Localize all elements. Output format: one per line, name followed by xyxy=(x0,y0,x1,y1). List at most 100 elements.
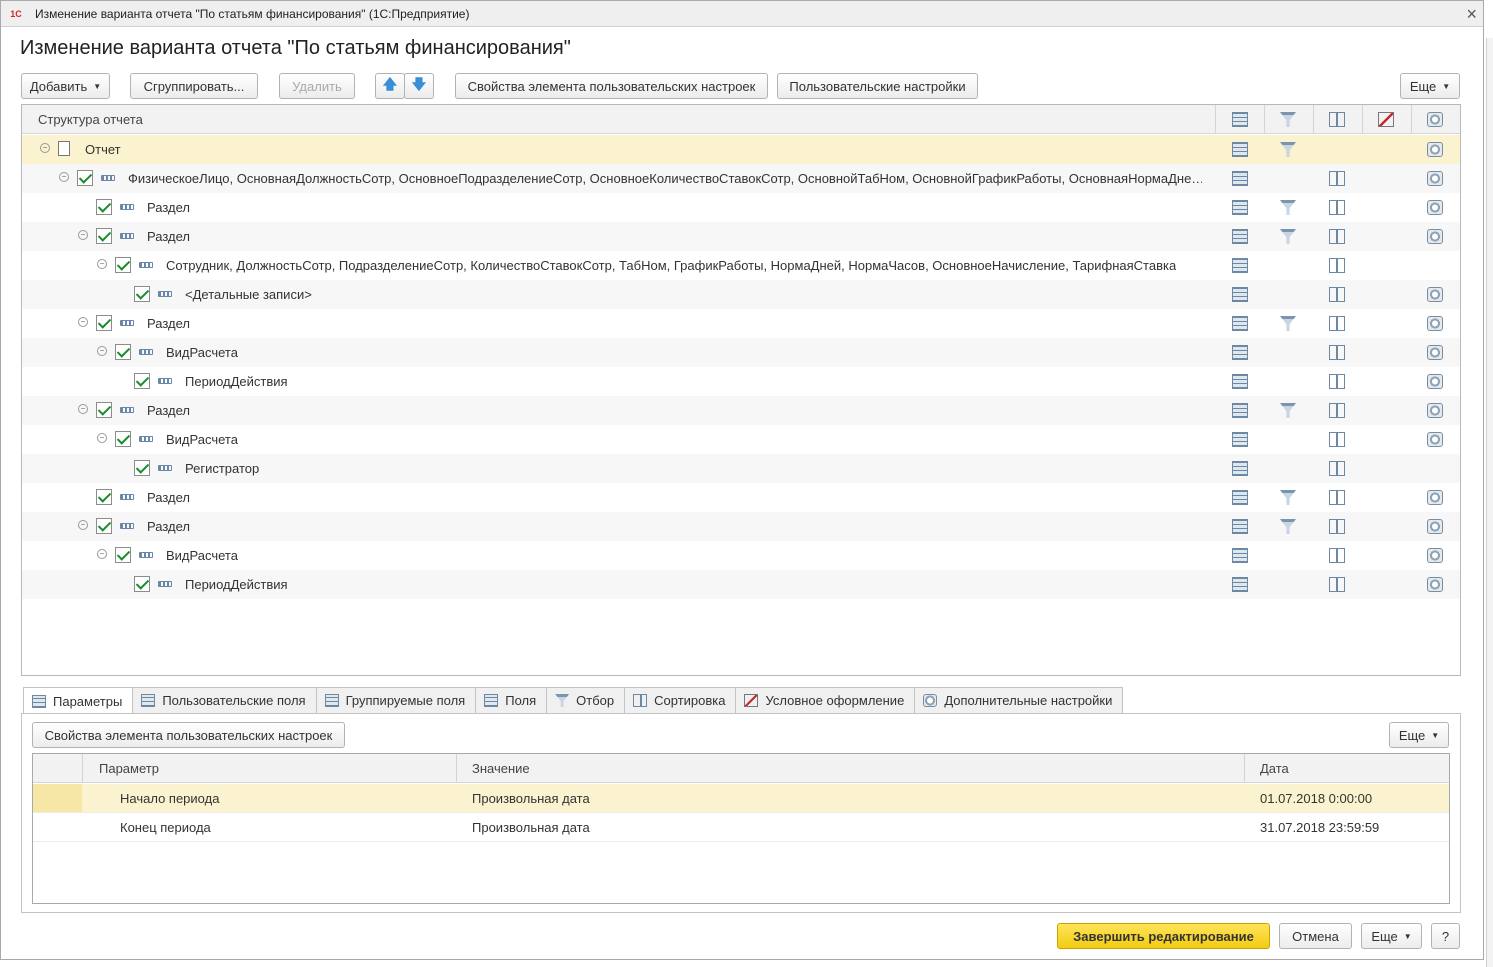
sort-icon[interactable] xyxy=(1329,345,1345,360)
param-date[interactable]: 01.07.2018 0:00:00 xyxy=(1260,791,1372,806)
collapse-icon[interactable]: − xyxy=(78,317,88,327)
enabled-checkbox[interactable] xyxy=(96,228,112,244)
filter-icon[interactable] xyxy=(1280,229,1296,244)
filter-icon[interactable] xyxy=(1280,142,1296,157)
sort-icon[interactable] xyxy=(1329,258,1345,273)
sort-icon[interactable] xyxy=(1329,519,1345,534)
move-down-button[interactable]: 🡇 xyxy=(404,73,434,99)
filter-icon[interactable] xyxy=(1280,403,1296,418)
settings-icon[interactable] xyxy=(1427,200,1443,215)
sort-icon[interactable] xyxy=(1329,171,1345,186)
fields-icon[interactable] xyxy=(1232,403,1248,418)
fields-icon[interactable] xyxy=(1232,374,1248,389)
cancel-button[interactable]: Отмена xyxy=(1279,923,1352,949)
settings-icon[interactable] xyxy=(1427,316,1443,331)
collapse-icon[interactable]: − xyxy=(59,172,69,182)
tab-user-fields[interactable]: Пользовательские поля xyxy=(132,687,317,713)
param-more-button[interactable]: Еще ▼ xyxy=(1389,722,1449,748)
fields-icon[interactable] xyxy=(1232,461,1248,476)
delete-button[interactable]: Удалить xyxy=(279,73,355,99)
fields-icon[interactable] xyxy=(1232,142,1248,157)
fields-icon[interactable] xyxy=(1232,200,1248,215)
collapse-icon[interactable]: − xyxy=(78,404,88,414)
sort-icon[interactable] xyxy=(1329,461,1345,476)
tree-row[interactable]: ПериодДействия xyxy=(22,570,1460,599)
sort-icon[interactable] xyxy=(1329,577,1345,592)
tab-parameters[interactable]: Параметры xyxy=(23,687,134,714)
parameters-table[interactable]: Параметр Значение Дата Начало периода Пр… xyxy=(32,753,1450,904)
column-header-value[interactable]: Значение xyxy=(472,761,530,776)
enabled-checkbox[interactable] xyxy=(96,402,112,418)
tree-row[interactable]: Регистратор xyxy=(22,454,1460,483)
settings-icon[interactable] xyxy=(1427,403,1443,418)
tree-row[interactable]: − ВидРасчета xyxy=(22,541,1460,570)
enabled-checkbox[interactable] xyxy=(134,286,150,302)
settings-icon[interactable] xyxy=(1427,519,1443,534)
tree-row[interactable]: − Раздел xyxy=(22,222,1460,251)
enabled-checkbox[interactable] xyxy=(96,518,112,534)
tree-row[interactable]: − Отчет xyxy=(22,135,1460,164)
tab-sort[interactable]: Сортировка xyxy=(624,687,737,713)
filter-column-icon[interactable] xyxy=(1280,112,1296,127)
param-value[interactable]: Произвольная дата xyxy=(472,820,590,835)
settings-icon[interactable] xyxy=(1427,548,1443,563)
enabled-checkbox[interactable] xyxy=(134,576,150,592)
collapse-icon[interactable]: − xyxy=(97,433,107,443)
fields-icon[interactable] xyxy=(1232,577,1248,592)
sort-icon[interactable] xyxy=(1329,200,1345,215)
filter-icon[interactable] xyxy=(1280,519,1296,534)
fields-icon[interactable] xyxy=(1232,316,1248,331)
tree-row[interactable]: <Детальные записи> xyxy=(22,280,1460,309)
settings-icon[interactable] xyxy=(1427,374,1443,389)
settings-icon[interactable] xyxy=(1427,287,1443,302)
fields-icon[interactable] xyxy=(1232,519,1248,534)
table-row[interactable]: Конец периода Произвольная дата 31.07.20… xyxy=(33,813,1449,842)
sort-icon[interactable] xyxy=(1329,432,1345,447)
collapse-icon[interactable]: − xyxy=(97,259,107,269)
settings-icon[interactable] xyxy=(1427,432,1443,447)
tab-grouping-fields[interactable]: Группируемые поля xyxy=(315,687,477,713)
table-row[interactable]: Начало периода Произвольная дата 01.07.2… xyxy=(33,784,1449,813)
sort-column-icon[interactable] xyxy=(1329,112,1345,127)
param-item-properties-button[interactable]: Свойства элемента пользовательских настр… xyxy=(32,722,345,748)
fields-icon[interactable] xyxy=(1232,432,1248,447)
sort-icon[interactable] xyxy=(1329,287,1345,302)
tab-extra-settings[interactable]: Дополнительные настройки xyxy=(914,687,1124,713)
enabled-checkbox[interactable] xyxy=(115,344,131,360)
tree-row[interactable]: ПериодДействия xyxy=(22,367,1460,396)
sort-icon[interactable] xyxy=(1329,229,1345,244)
enabled-checkbox[interactable] xyxy=(115,431,131,447)
fields-icon[interactable] xyxy=(1232,490,1248,505)
column-header-parameter[interactable]: Параметр xyxy=(99,761,159,776)
finish-editing-button[interactable]: Завершить редактирование xyxy=(1057,923,1270,949)
sort-icon[interactable] xyxy=(1329,316,1345,331)
settings-icon[interactable] xyxy=(1427,142,1443,157)
settings-icon[interactable] xyxy=(1427,577,1443,592)
close-icon[interactable]: × xyxy=(1466,4,1477,25)
fields-icon[interactable] xyxy=(1232,171,1248,186)
help-button[interactable]: ? xyxy=(1431,923,1460,949)
tree-row[interactable]: − Сотрудник, ДолжностьСотр, Подразделение… xyxy=(22,251,1460,280)
tree-row[interactable]: − ФизическоеЛицо, ОсновнаяДолжностьСотр, … xyxy=(22,164,1460,193)
collapse-icon[interactable]: − xyxy=(97,549,107,559)
footer-more-button[interactable]: Еще ▼ xyxy=(1361,923,1422,949)
enabled-checkbox[interactable] xyxy=(96,315,112,331)
tree-row[interactable]: Раздел xyxy=(22,193,1460,222)
tree-row[interactable]: − Раздел xyxy=(22,396,1460,425)
item-properties-button[interactable]: Свойства элемента пользовательских настр… xyxy=(455,73,768,99)
tab-conditional-format[interactable]: Условное оформление xyxy=(735,687,916,713)
enabled-checkbox[interactable] xyxy=(115,547,131,563)
settings-icon[interactable] xyxy=(1427,345,1443,360)
enabled-checkbox[interactable] xyxy=(77,170,93,186)
more-button[interactable]: Еще ▼ xyxy=(1400,73,1460,99)
tree-row[interactable]: − ВидРасчета xyxy=(22,338,1460,367)
conditional-format-column-icon[interactable] xyxy=(1378,112,1394,127)
filter-icon[interactable] xyxy=(1280,490,1296,505)
sort-icon[interactable] xyxy=(1329,374,1345,389)
collapse-icon[interactable]: − xyxy=(78,520,88,530)
settings-column-icon[interactable] xyxy=(1427,112,1443,127)
fields-icon[interactable] xyxy=(1232,229,1248,244)
fields-icon[interactable] xyxy=(1232,287,1248,302)
user-settings-button[interactable]: Пользовательские настройки xyxy=(777,73,978,99)
enabled-checkbox[interactable] xyxy=(134,460,150,476)
